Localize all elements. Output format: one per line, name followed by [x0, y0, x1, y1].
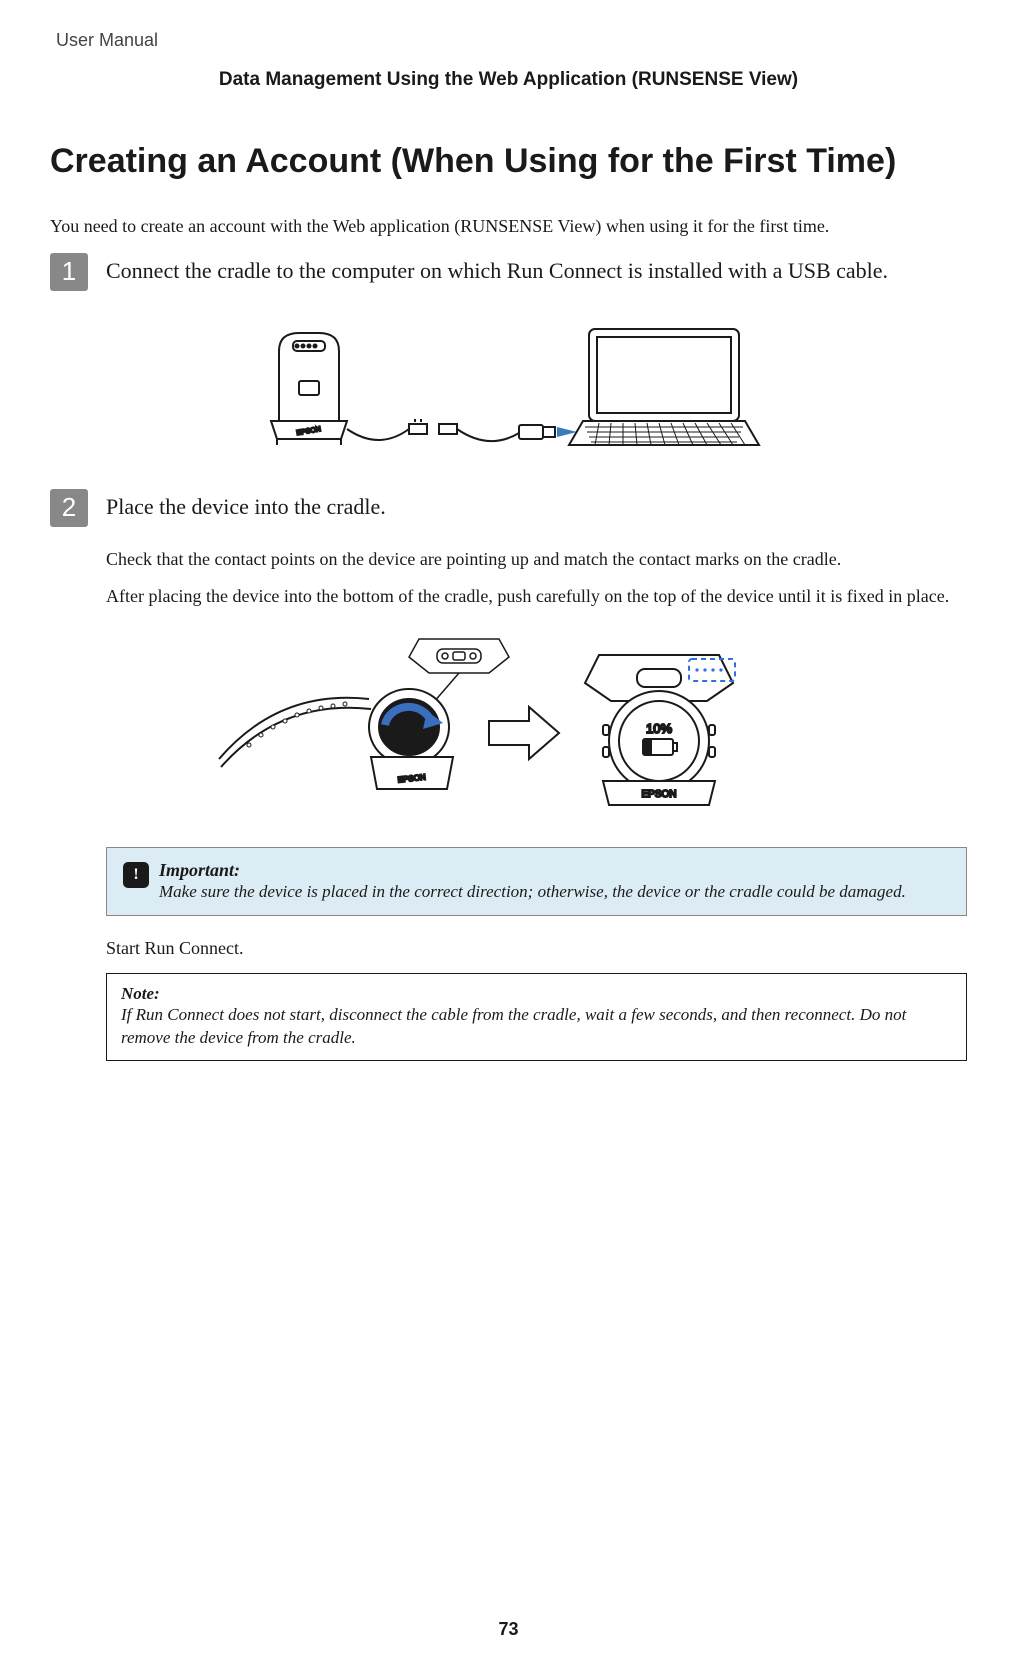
page-number: 73	[0, 1619, 1017, 1640]
step-2-text-1: Check that the contact points on the dev…	[106, 547, 967, 572]
note-box: Note: If Run Connect does not start, dis…	[106, 973, 967, 1061]
doc-label: User Manual	[56, 30, 967, 51]
main-heading: Creating an Account (When Using for the …	[50, 141, 967, 182]
battery-percent: 10%	[645, 721, 671, 736]
step-2: 2 Place the device into the cradle.	[50, 489, 967, 527]
important-text: Make sure the device is placed in the co…	[159, 882, 906, 901]
important-label: Important:	[159, 860, 240, 880]
start-run-connect-text: Start Run Connect.	[106, 938, 967, 959]
cradle-usb-laptop-svg: EPSON	[249, 311, 769, 461]
important-icon: !	[123, 862, 149, 888]
section-title: Data Management Using the Web Applicatio…	[50, 69, 967, 91]
intro-text: You need to create an account with the W…	[50, 216, 967, 237]
step-2-number: 2	[50, 489, 88, 527]
step-1: 1 Connect the cradle to the computer on …	[50, 253, 967, 291]
step-2-body: Check that the contact points on the dev…	[106, 547, 967, 609]
brand-label-right: EPSON	[641, 789, 676, 800]
step-2-title: Place the device into the cradle.	[106, 489, 386, 522]
illustration-cradle-laptop: EPSON	[50, 311, 967, 461]
device-into-cradle-svg: EPSON 10%	[199, 629, 819, 819]
step-1-number: 1	[50, 253, 88, 291]
right-arrow-icon	[489, 707, 559, 759]
note-text: If Run Connect does not start, disconnec…	[121, 1004, 952, 1050]
illustration-device-cradle: EPSON 10%	[50, 629, 967, 819]
note-label: Note:	[121, 984, 952, 1004]
important-box: ! Important: Make sure the device is pla…	[106, 847, 967, 916]
step-2-text-2: After placing the device into the bottom…	[106, 584, 967, 609]
step-1-title: Connect the cradle to the computer on wh…	[106, 253, 888, 286]
